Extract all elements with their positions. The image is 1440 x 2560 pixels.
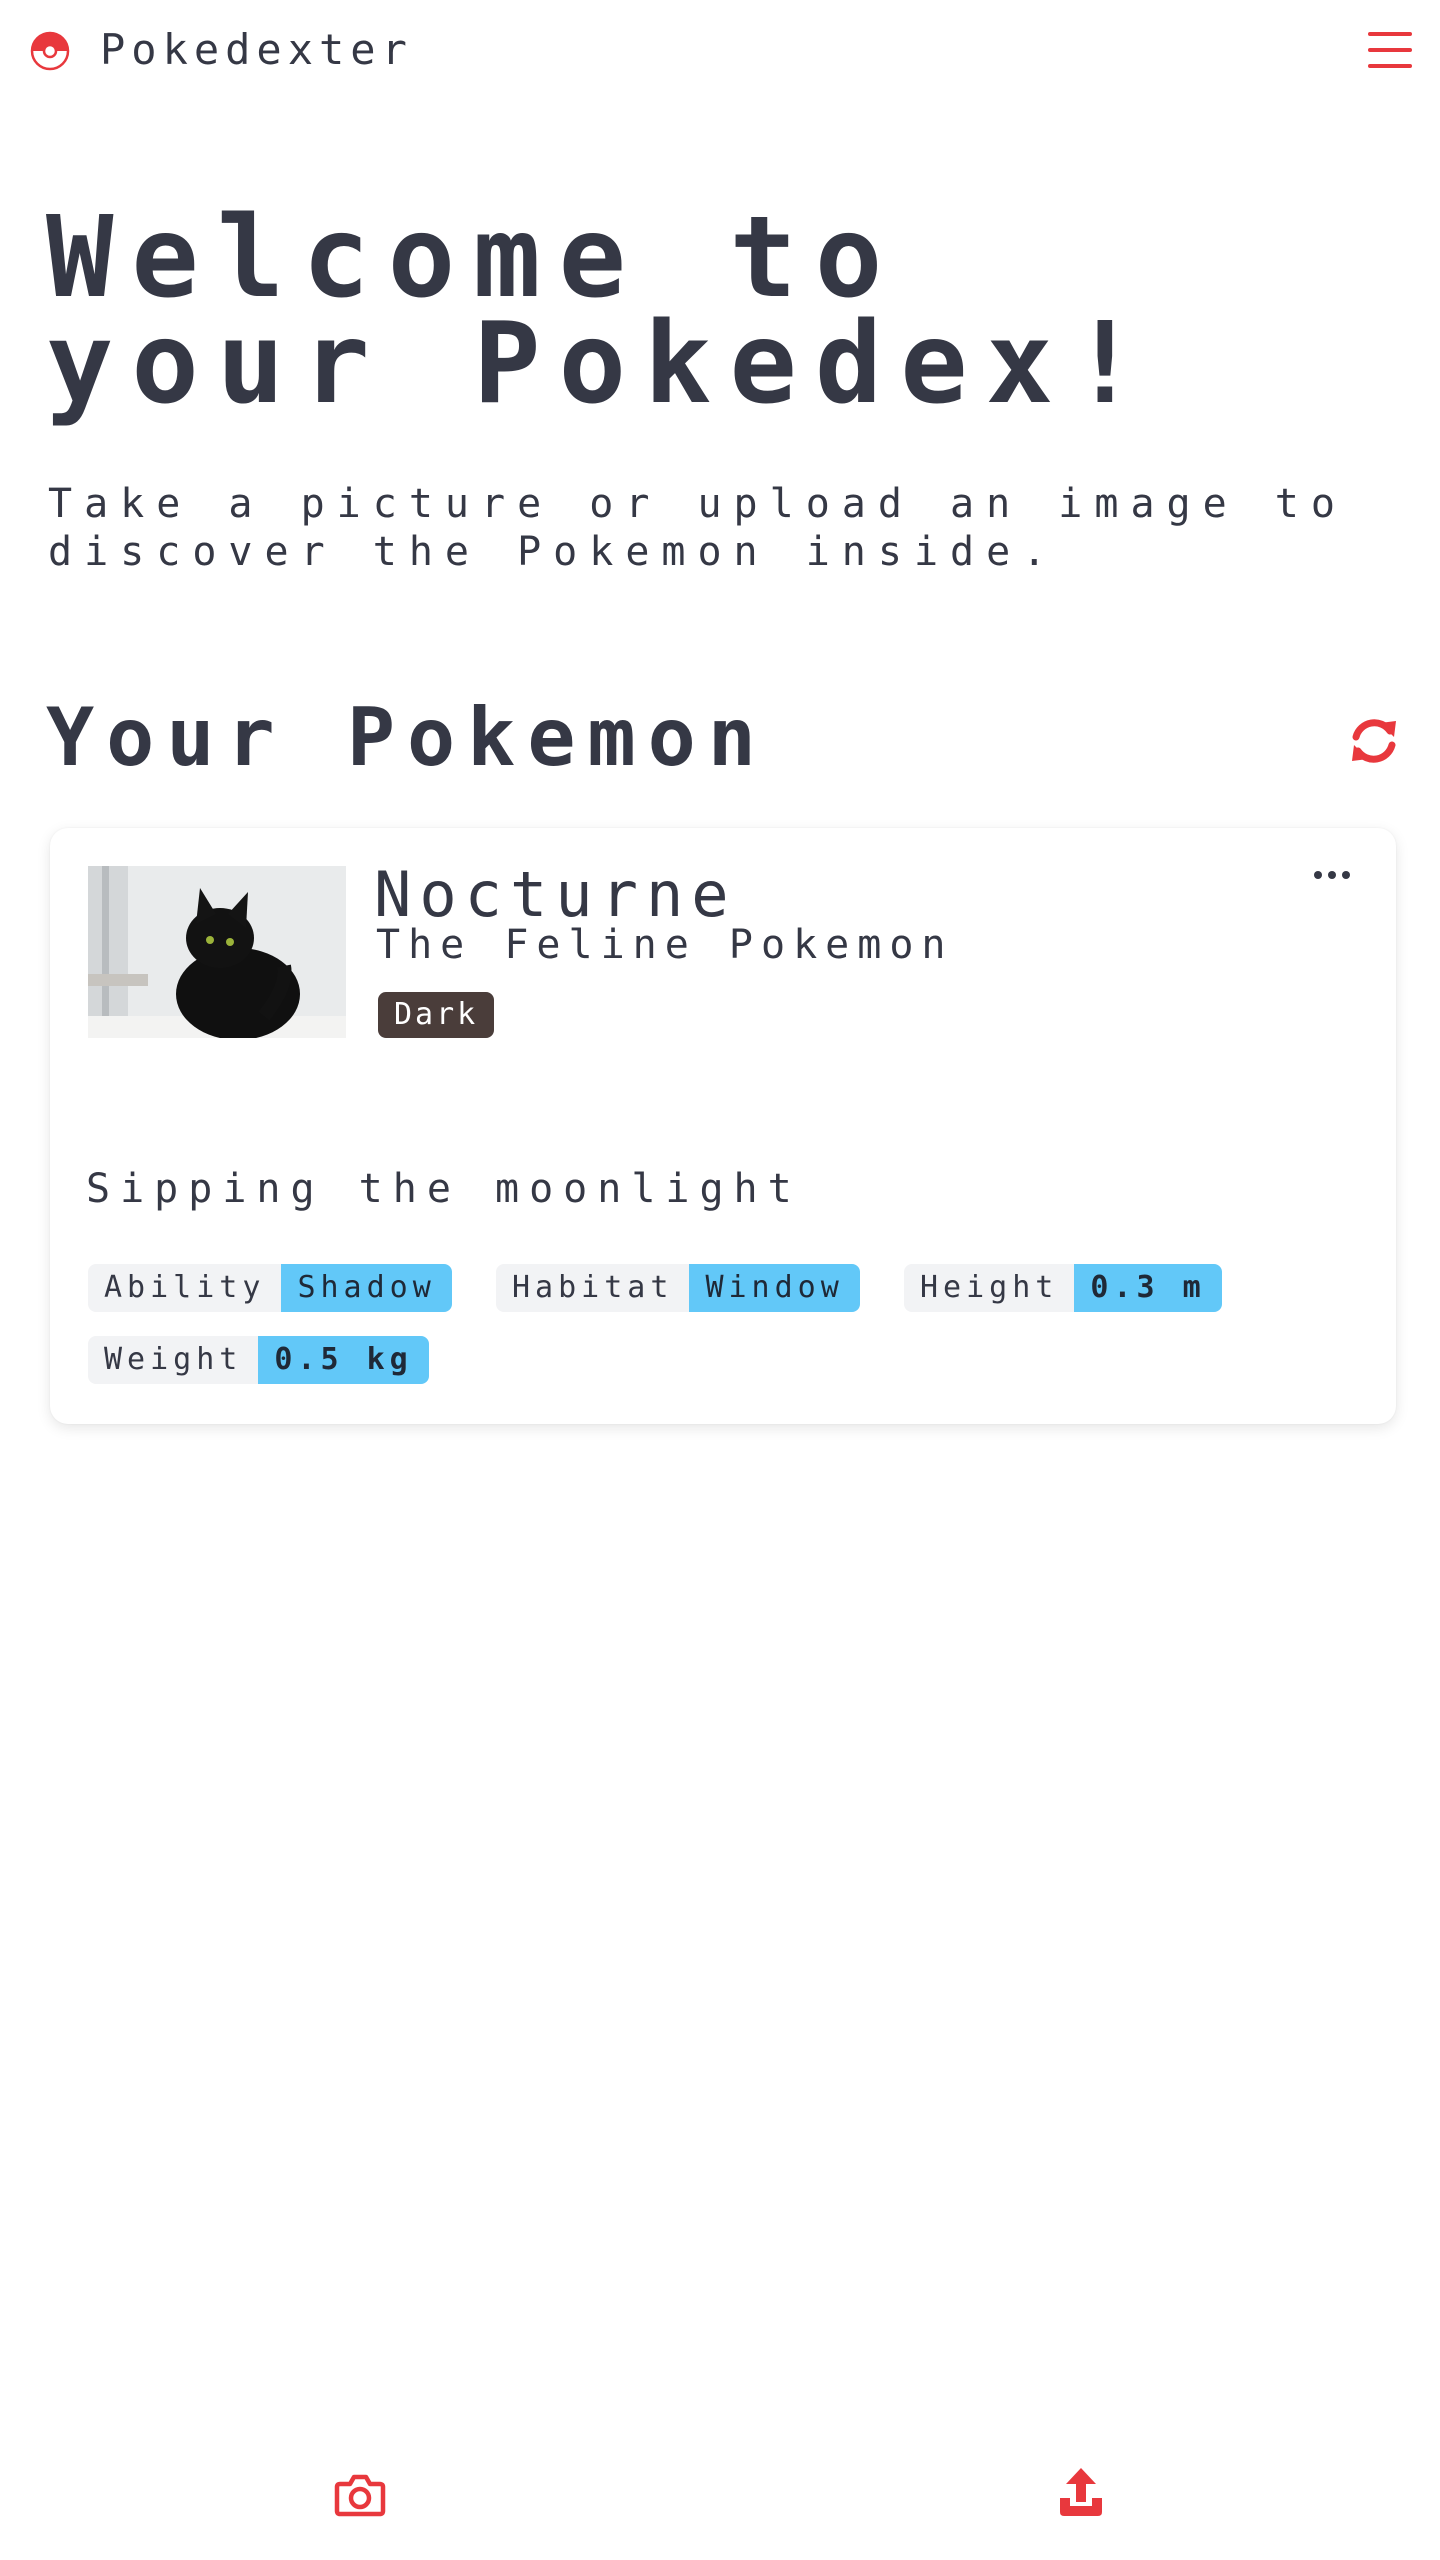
refresh-icon[interactable] (1346, 713, 1402, 769)
stat-label: Habitat (496, 1264, 690, 1312)
stat-value: Window (689, 1264, 860, 1312)
upload-icon[interactable] (1058, 2466, 1104, 2518)
bottom-nav (0, 2440, 1440, 2560)
camera-icon[interactable] (334, 2470, 386, 2518)
stat-label: Height (904, 1264, 1075, 1312)
stat-label: Ability (88, 1264, 282, 1312)
type-badge: Dark (378, 992, 495, 1038)
stat-weight: Weight 0.5 kg (88, 1336, 429, 1384)
pokemon-species: The Feline Pokemon (376, 922, 954, 968)
pokeball-icon[interactable] (30, 31, 70, 71)
stat-value: 0.3 m (1074, 1264, 1222, 1312)
stat-ability: Ability Shadow (88, 1264, 452, 1312)
page-subtitle-line1: Take a picture or upload an image to (48, 481, 1347, 527)
pokemon-photo (88, 866, 346, 1038)
page-subtitle-line2: discover the Pokemon inside. (48, 529, 1059, 575)
page-title: Welcome to your Pokedex! (46, 202, 1406, 420)
section-title: Your Pokemon (46, 691, 768, 784)
stat-habitat: Habitat Window (496, 1264, 860, 1312)
more-options-icon[interactable] (1312, 868, 1352, 882)
stat-value: Shadow (281, 1264, 452, 1312)
hamburger-menu-icon[interactable] (1368, 32, 1412, 68)
page-subtitle: Take a picture or upload an image to disc… (48, 480, 1348, 576)
stat-label: Weight (88, 1336, 259, 1384)
top-navbar: Pokedexter (0, 0, 1440, 100)
stat-height: Height 0.3 m (904, 1264, 1222, 1312)
stat-value: 0.5 kg (258, 1336, 429, 1384)
pokemon-card[interactable]: Nocturne The Feline Pokemon Dark Sipping… (50, 828, 1396, 1424)
pokemon-description: Sipping the moonlight (86, 1166, 802, 1212)
page-title-line2: your Pokedex! (46, 299, 1157, 429)
brand-name[interactable]: Pokedexter (100, 22, 413, 78)
